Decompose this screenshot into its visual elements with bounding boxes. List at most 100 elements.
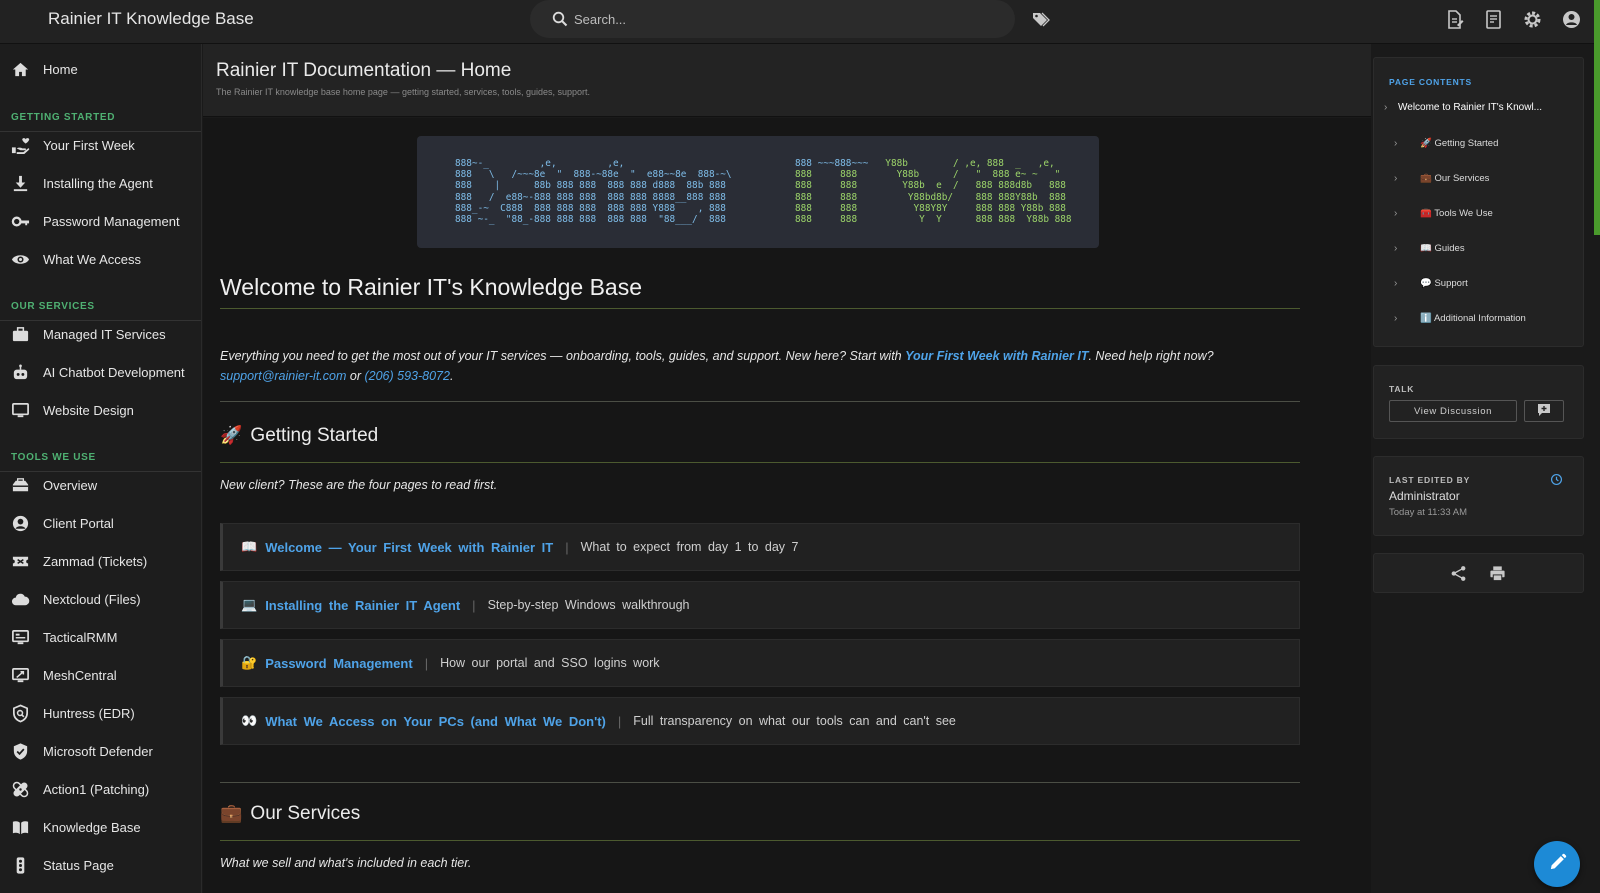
shield-search-icon (10, 703, 30, 723)
first-week-link[interactable]: Your First Week with Rainier IT (905, 349, 1088, 363)
sidebar-item-meshcentral[interactable]: MeshCentral (0, 656, 201, 694)
new-page-icon[interactable] (1444, 9, 1465, 30)
add-comment-button[interactable] (1524, 400, 1564, 422)
sidebar-item-knowledge-base[interactable]: Knowledge Base (0, 808, 201, 846)
card-title-link[interactable]: Installing the Rainier IT Agent (265, 598, 460, 613)
search-icon (552, 11, 568, 27)
sidebar-item-zammad-tickets[interactable]: Zammad (Tickets) (0, 542, 201, 580)
card-first-week[interactable]: 📖 Welcome — Your First Week with Rainier… (220, 523, 1300, 571)
toolbox-icon (10, 475, 30, 495)
eye-icon (10, 249, 30, 269)
toc-item-getting-started[interactable]: › 🚀 Getting Started (1394, 133, 1584, 153)
view-discussion-button[interactable]: View Discussion (1389, 400, 1517, 422)
page-header: Rainier IT Documentation — Home The Rain… (203, 44, 1371, 117)
history-icon[interactable] (1550, 473, 1563, 489)
scrollbar-thumb[interactable] (1594, 0, 1600, 235)
gear-icon[interactable] (1522, 9, 1543, 30)
sidebar-item-nextcloud-files[interactable]: Nextcloud (Files) (0, 580, 201, 618)
shield-check-icon (10, 741, 30, 761)
sidebar-item-ai-chatbot-development[interactable]: AI Chatbot Development (0, 353, 201, 391)
book-icon: 📖 (241, 539, 258, 554)
sidebar-item-password-management[interactable]: Password Management (0, 202, 201, 240)
sidebar-item-huntress-edr[interactable]: Huntress (EDR) (0, 694, 201, 732)
sidebar-item-action1-patching[interactable]: Action1 (Patching) (0, 770, 201, 808)
sidebar-item-status-page[interactable]: Status Page (0, 846, 201, 884)
tag-icon[interactable] (1032, 11, 1050, 27)
bandage-icon (10, 779, 30, 799)
share-icon[interactable] (1450, 565, 1467, 585)
sidebar-item-label: Status Page (43, 857, 114, 873)
chevron-right-icon: › (1394, 242, 1398, 254)
toc-item-our-services[interactable]: › 💼 Our Services (1394, 168, 1584, 188)
right-panel: PAGE CONTENTS › Welcome to Rainier IT's K… (1371, 44, 1600, 893)
card-title-link[interactable]: What We Access on Your PCs (and What We … (265, 714, 606, 729)
book-open-icon (10, 817, 30, 837)
top-bar: Rainier IT Knowledge Base Search... (0, 0, 1600, 44)
pencil-icon (1548, 853, 1567, 875)
toc-item-support[interactable]: › 💬 Support (1394, 273, 1584, 293)
toc-item-guides[interactable]: › 📖 Guides (1394, 238, 1584, 258)
sidebar-item-tacticalrmm[interactable]: TacticalRMM (0, 618, 201, 656)
ascii-art-left: 888~-_ ,e, ,e, 888 \ /~~~8e " 888-~88e "… (455, 158, 732, 226)
sidebar-item-label: Your First Week (43, 137, 135, 153)
toc-item-welcome[interactable]: › Welcome to Rainier IT's Knowl... (1384, 97, 1574, 117)
page-list-icon[interactable] (1483, 9, 1504, 30)
chevron-right-icon: › (1394, 137, 1398, 149)
laptop-icon: 💻 (241, 597, 258, 612)
divider (220, 401, 1300, 402)
card-password-management[interactable]: 🔐 Password Management | How our portal a… (220, 639, 1300, 687)
briefcase-icon: 💼 (220, 803, 243, 823)
site-brand[interactable]: Rainier IT Knowledge Base (48, 9, 254, 29)
remote-desktop-icon (10, 665, 30, 685)
sidebar-item-label: Microsoft Defender (43, 743, 153, 759)
card-title-link[interactable]: Welcome — Your First Week with Rainier I… (265, 540, 553, 555)
sidebar-item-home[interactable]: Home (0, 50, 201, 88)
card-what-we-access[interactable]: 👀 What We Access on Your PCs (and What W… (220, 697, 1300, 745)
sidebar-item-label: Password Management (43, 213, 180, 229)
cloud-icon (10, 589, 30, 609)
key-icon (10, 211, 30, 231)
monitor-icon (10, 400, 30, 420)
sidebar-item-label: MeshCentral (43, 667, 117, 683)
sidebar-item-label: Installing the Agent (43, 175, 153, 191)
account-icon[interactable] (1561, 9, 1582, 30)
last-edited-name[interactable]: Administrator (1389, 489, 1460, 503)
support-email-link[interactable]: support@rainier-it.com (220, 369, 346, 383)
chevron-right-icon: › (1394, 207, 1398, 219)
toc-item-tools-we-use[interactable]: › 🧰 Tools We Use (1394, 203, 1584, 223)
main-content: Rainier IT Documentation — Home The Rain… (203, 44, 1371, 893)
card-description: How our portal and SSO logins work (440, 656, 660, 670)
welcome-heading: Welcome to Rainier IT's Knowledge Base (220, 274, 642, 300)
support-phone-link[interactable]: (206) 593-8072 (364, 369, 449, 383)
sidebar-item-label: AI Chatbot Development (43, 364, 185, 380)
intro-paragraph: Everything you need to get the most out … (220, 349, 1214, 383)
search-input[interactable]: Search... (574, 12, 626, 27)
sidebar-item-what-we-access[interactable]: What We Access (0, 240, 201, 278)
page-contents-box: PAGE CONTENTS › Welcome to Rainier IT's K… (1373, 57, 1584, 347)
download-icon (10, 173, 30, 193)
search-box[interactable]: Search... (530, 0, 1015, 38)
page-actions-box (1373, 553, 1584, 593)
separator: | (565, 539, 569, 555)
sidebar-item-your-first-week[interactable]: Your First Week (0, 126, 201, 164)
edit-page-button[interactable] (1534, 841, 1580, 887)
sidebar-item-label: Overview (43, 477, 98, 493)
sidebar-item-installing-the-agent[interactable]: Installing the Agent (0, 164, 201, 202)
sidebar-item-managed-it-services[interactable]: Managed IT Services (0, 315, 201, 353)
card-installing-agent[interactable]: 💻 Installing the Rainier IT Agent | Step… (220, 581, 1300, 629)
card-title-link[interactable]: Password Management (265, 656, 413, 671)
divider (220, 462, 1300, 463)
toc-item-additional-information[interactable]: › ℹ️ Additional Information (1394, 308, 1584, 328)
last-edited-time: Today at 11:33 AM (1389, 507, 1467, 518)
chevron-right-icon: › (1394, 277, 1398, 289)
robot-icon (10, 362, 30, 382)
sidebar-item-client-portal[interactable]: Client Portal (0, 504, 201, 542)
sidebar-item-overview[interactable]: Overview (0, 466, 201, 504)
sidebar-item-microsoft-defender[interactable]: Microsoft Defender (0, 732, 201, 770)
sidebar-item-label: Zammad (Tickets) (43, 553, 148, 569)
rocket-icon: 🚀 (220, 425, 243, 445)
card-description: Step-by-step Windows walkthrough (487, 598, 690, 612)
sidebar-item-website-design[interactable]: Website Design (0, 391, 201, 429)
print-icon[interactable] (1489, 565, 1506, 585)
our-services-lead: What we sell and what's included in each… (220, 856, 472, 870)
